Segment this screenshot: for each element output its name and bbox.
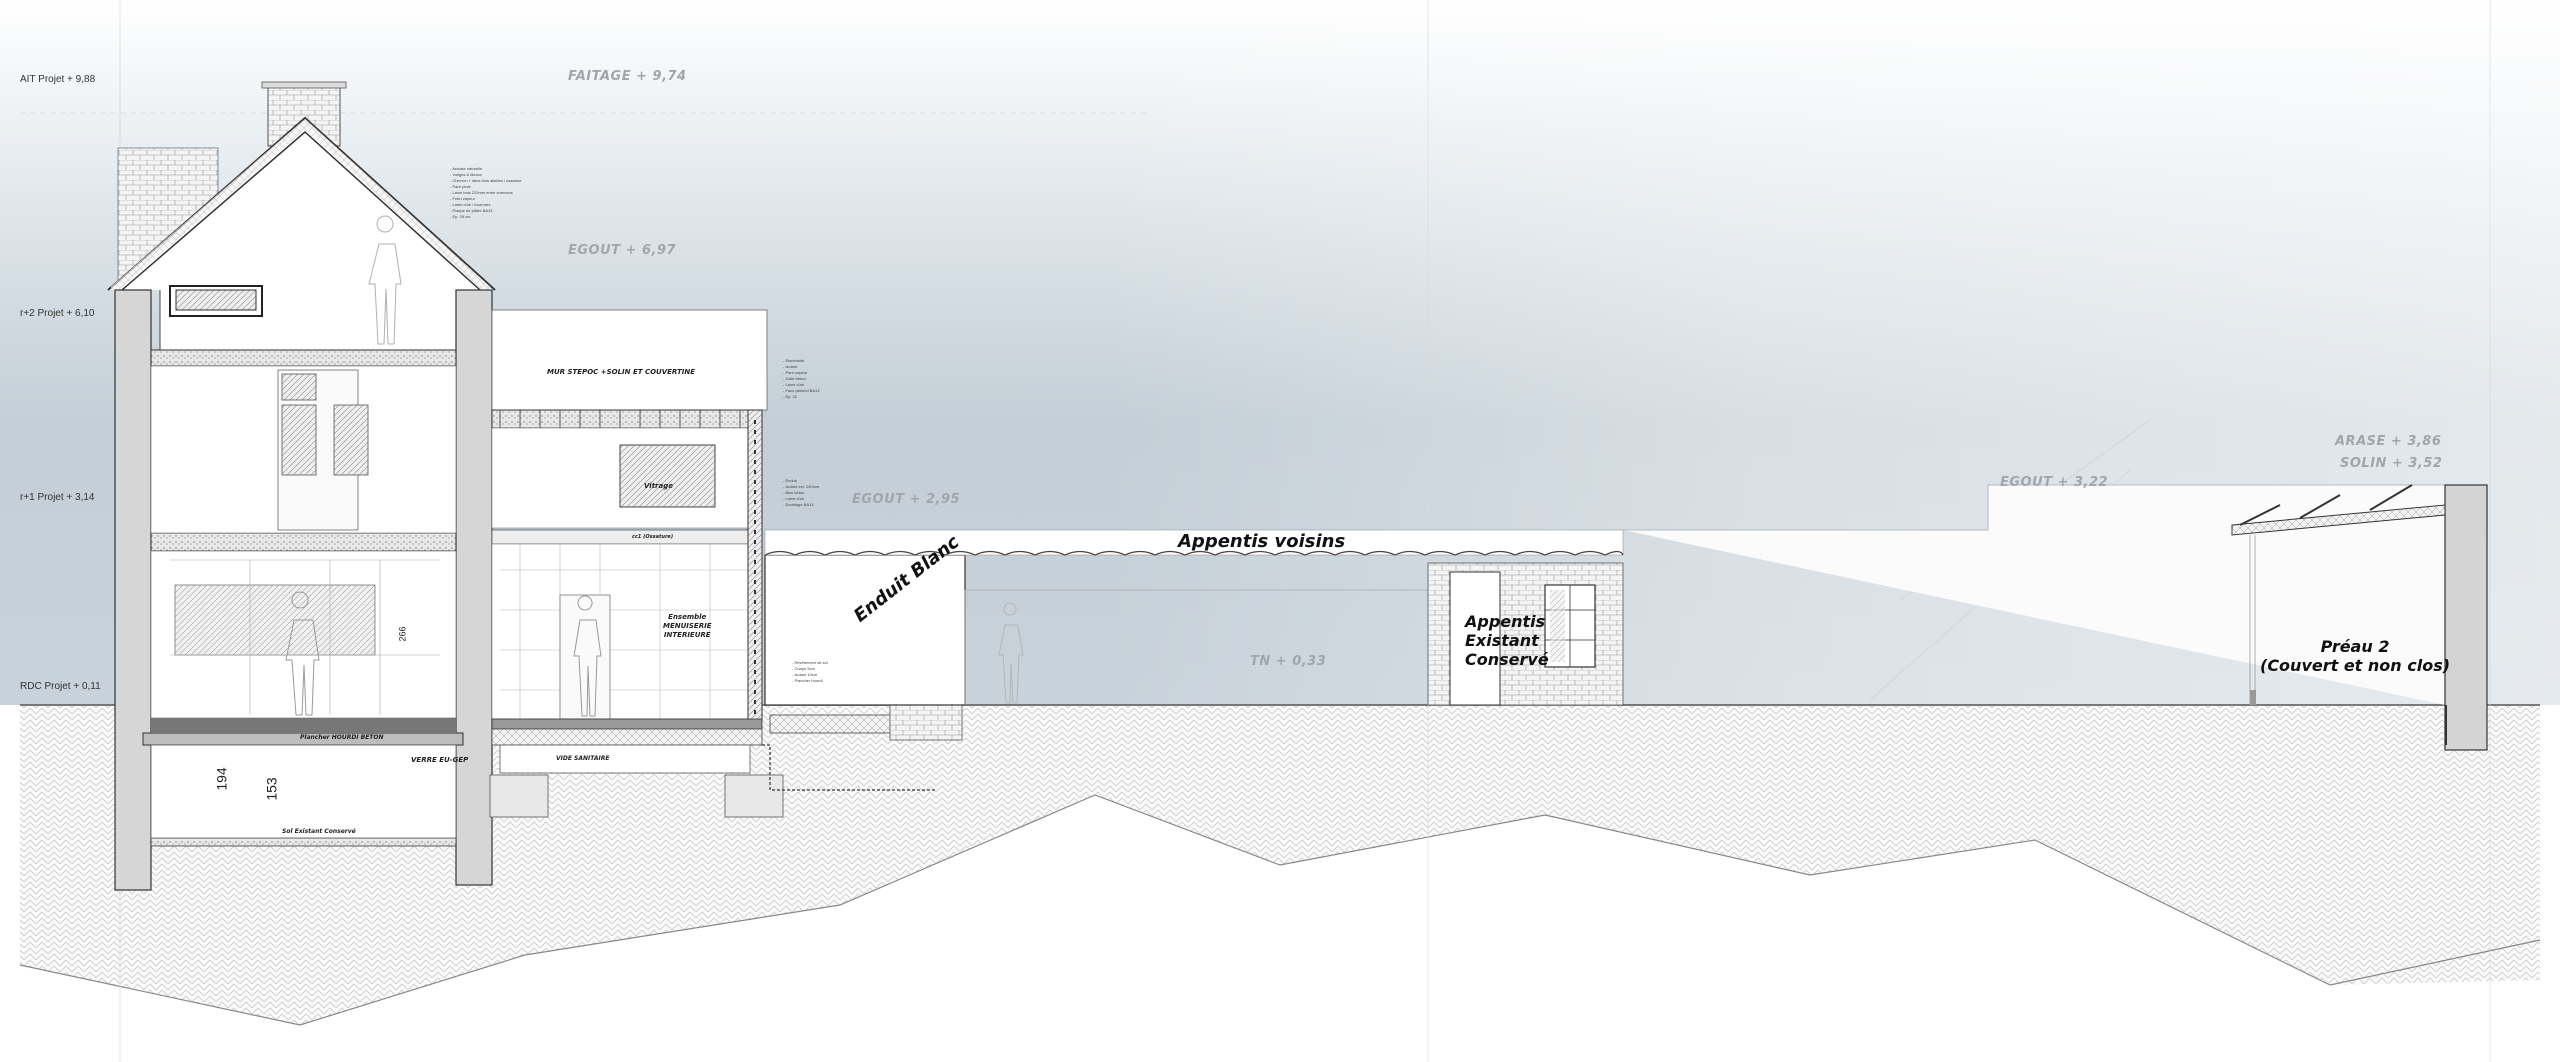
label-vitrage: Vitrage xyxy=(644,482,673,490)
label-vide-sanitaire: VIDE SANITAIRE xyxy=(556,755,610,762)
altitude-egout-2: EGOUT + 2,95 xyxy=(852,492,961,507)
dimension-153: 153 xyxy=(263,777,280,801)
label-preau: Préau 2 (Couvert et non clos) xyxy=(2260,637,2451,676)
label-appentis-voisins: Appentis voisins xyxy=(1178,531,1346,552)
level-r1: r+1 Projet + 3,14 xyxy=(20,492,95,503)
label-sol-existant: Sol Existant Conservé xyxy=(282,828,356,835)
altitude-solin: SOLIN + 3,52 xyxy=(2340,456,2443,471)
extension-parapet xyxy=(491,309,768,411)
level-faitage: AIT Projet + 9,88 xyxy=(20,74,96,85)
note-roof: - Ardoise naturelle - Voliges & liteaux … xyxy=(450,166,522,219)
floor-r2 xyxy=(150,349,457,367)
right-wall xyxy=(455,289,493,886)
label-ossature: cc1 (Ossature) xyxy=(632,534,674,540)
left-wall xyxy=(114,289,152,891)
level-rdc: RDC Projet + 0,11 xyxy=(20,681,101,692)
label-ensemble-menuiserie: Ensemble MENUISERIE INTERIEURE xyxy=(663,613,712,639)
note-floor: - Revêtement de sol - Chape 5cm - Isolan… xyxy=(792,660,828,683)
altitude-faitage: FAITAGE + 9,74 xyxy=(568,69,687,84)
altitude-egout-1: EGOUT + 6,97 xyxy=(568,243,677,258)
floor-r1 xyxy=(150,532,457,552)
label-plancher: Plancher HOURDI BETON xyxy=(300,734,384,741)
vitrage xyxy=(619,444,716,508)
note-flat-roof: - Etanchéité - Isolant - Pare-vapeur - D… xyxy=(783,358,820,399)
altitude-arase: ARASE + 3,86 xyxy=(2335,434,2442,449)
altitude-tn: TN + 0,33 xyxy=(1250,654,1327,669)
dimension-266: 266 xyxy=(397,626,408,642)
preau-wall xyxy=(2444,484,2488,751)
level-r2: r+2 Projet + 6,10 xyxy=(20,308,95,319)
label-verre-eu-gep: VERRE EU-GEP xyxy=(411,756,469,764)
note-wall: - Enduit - Isolant ext. 140mm - Bloc bét… xyxy=(783,478,820,507)
altitude-egout-3: EGOUT + 3,22 xyxy=(2000,475,2109,490)
label-mur-stepoc: MUR STEPOC +SOLIN ET COUVERTINE xyxy=(547,368,696,376)
extension-roof xyxy=(491,409,763,429)
dimension-194: 194 xyxy=(213,767,230,791)
label-appentis-existant: Appentis Existant Conservé xyxy=(1465,612,1549,670)
